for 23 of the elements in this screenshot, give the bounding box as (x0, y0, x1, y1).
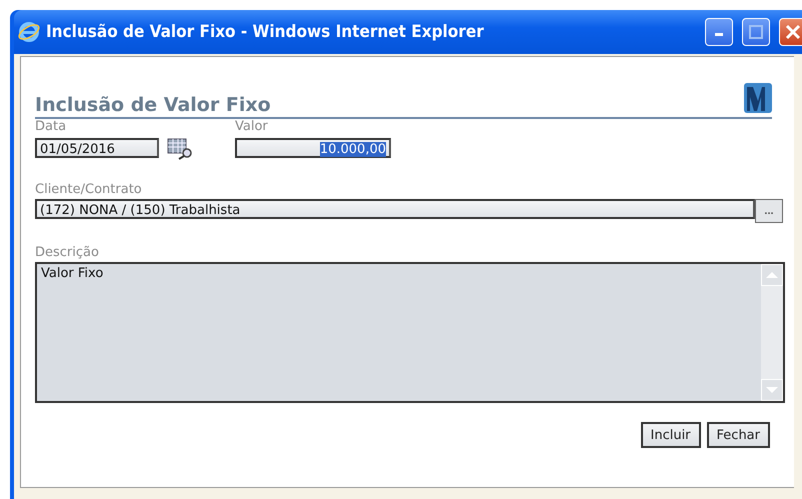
description-field[interactable]: Valor Fixo (35, 262, 785, 403)
date-field[interactable]: 01/05/2016 (35, 138, 159, 158)
maximize-button[interactable] (742, 18, 770, 46)
form-button[interactable]: Incluir (640, 422, 701, 448)
maximize-icon (749, 25, 763, 39)
scrollbar[interactable] (761, 264, 783, 401)
field-label: Data (35, 119, 68, 134)
lookup-button[interactable]: ... (755, 199, 783, 223)
scroll-down-icon (766, 386, 778, 394)
minimize-button[interactable] (705, 18, 733, 46)
window-title: Inclusão de Valor Fixo - Windows Internet Explorer (46, 22, 485, 42)
amount-field[interactable]: 10.000,00 (235, 138, 391, 158)
field-label: Descrição (35, 245, 100, 260)
page-heading: Inclusão de Valor Fixo (35, 93, 271, 117)
close-button[interactable] (779, 18, 802, 46)
form-button[interactable]: Fechar (706, 422, 770, 448)
field-label: Valor (235, 119, 269, 134)
field-label: Cliente/Contrato (35, 182, 143, 197)
client-field[interactable]: (172) NONA / (150) Trabalhista (35, 199, 755, 219)
close-icon (785, 24, 801, 40)
scroll-up-icon (766, 271, 778, 279)
browser-icon (18, 21, 40, 43)
logo-icon (744, 83, 772, 113)
